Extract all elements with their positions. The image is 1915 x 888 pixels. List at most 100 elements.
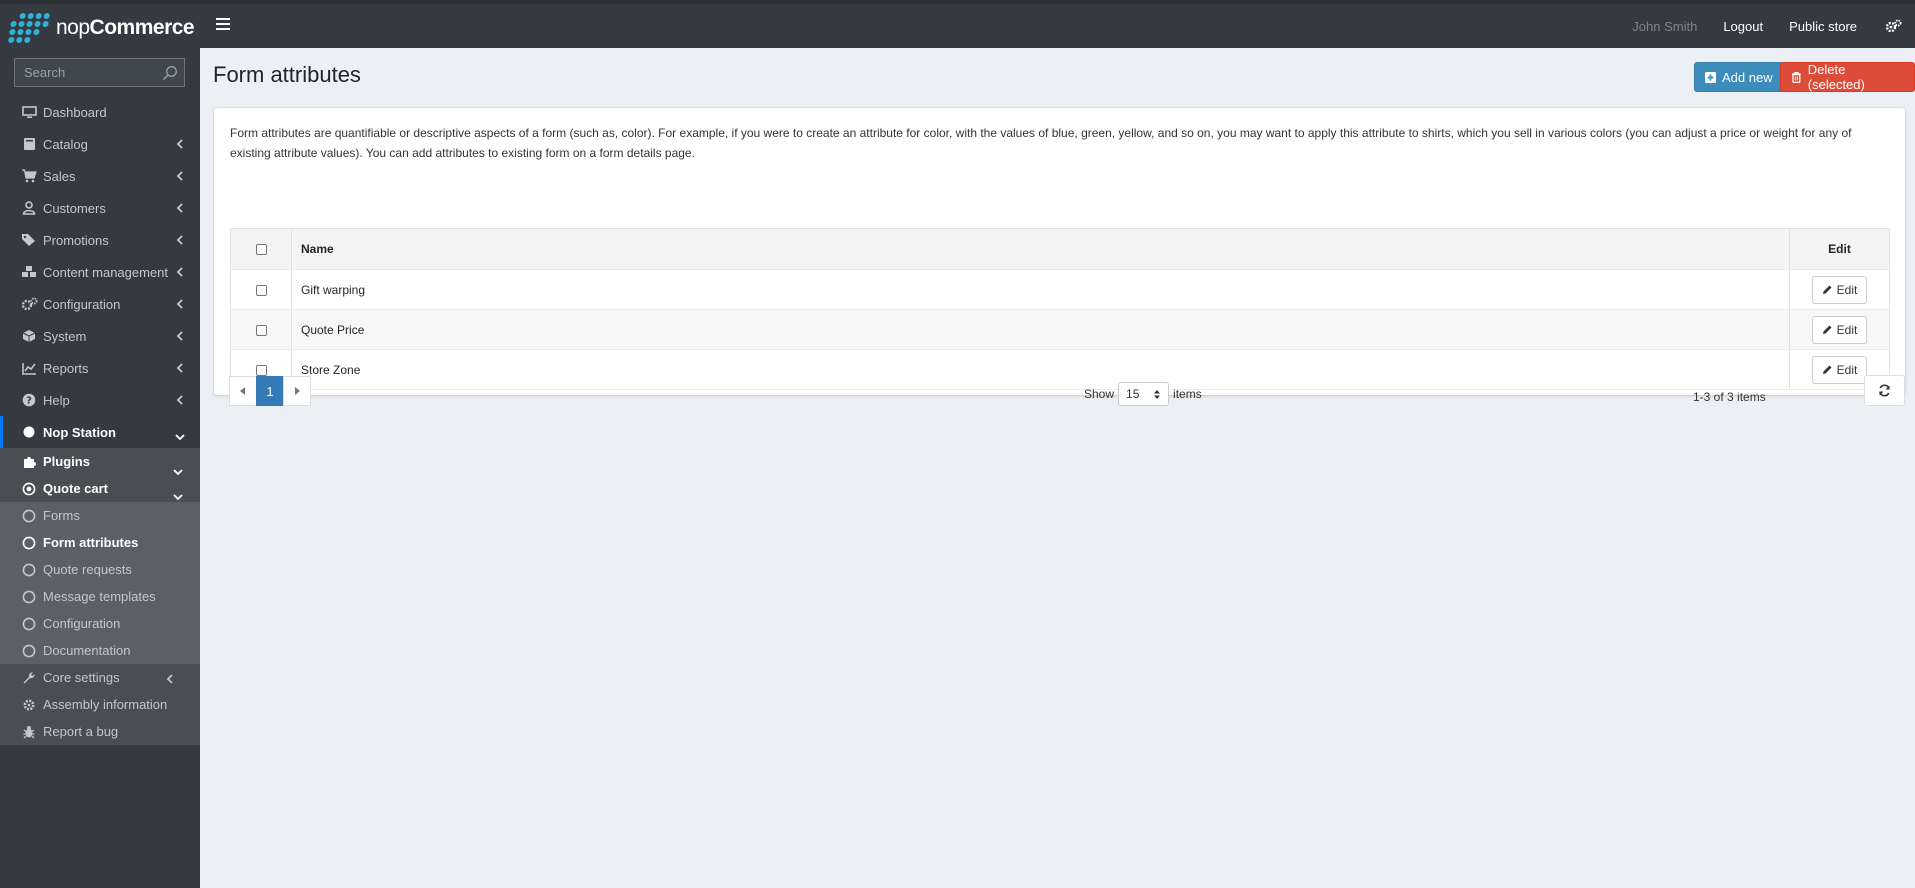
user-name: John Smith bbox=[1632, 18, 1698, 34]
chevron-left-icon bbox=[176, 202, 184, 214]
sidebar-item-catalog[interactable]: Catalog bbox=[0, 128, 200, 160]
sort-arrows-icon bbox=[1154, 390, 1161, 399]
gears-icon bbox=[20, 296, 38, 312]
page-title: Form attributes bbox=[213, 62, 361, 87]
plus-square-icon bbox=[1705, 71, 1716, 83]
sidebar-item-quote-cart[interactable]: Quote cart bbox=[0, 475, 200, 502]
sidebar-item-plugin-configuration[interactable]: Configuration bbox=[0, 610, 200, 637]
dot-circle-icon bbox=[20, 481, 38, 497]
pagination: 1 bbox=[229, 376, 311, 406]
chevron-down-icon bbox=[172, 489, 184, 501]
table-row: Gift warping Edit bbox=[230, 269, 1890, 310]
row-checkbox[interactable] bbox=[255, 364, 267, 376]
refresh-button[interactable] bbox=[1864, 375, 1905, 406]
add-new-button[interactable]: Add new bbox=[1694, 62, 1784, 92]
cube-icon bbox=[20, 328, 38, 344]
sidebar-item-documentation[interactable]: Documentation bbox=[0, 637, 200, 664]
chevron-down-icon bbox=[174, 429, 186, 441]
form-attributes-table: Name Edit Gift warping Edit Quote Price … bbox=[230, 228, 1890, 390]
sidebar-item-assembly-information[interactable]: Assembly information bbox=[0, 691, 200, 718]
prev-page-button[interactable] bbox=[229, 376, 257, 406]
sidebar-item-sales[interactable]: Sales bbox=[0, 160, 200, 192]
items-label: items bbox=[1173, 387, 1202, 401]
sidebar-item-dashboard[interactable]: Dashboard bbox=[0, 96, 200, 128]
row-name: Quote Price bbox=[291, 309, 1790, 350]
sidebar-item-promotions[interactable]: Promotions bbox=[0, 224, 200, 256]
nopcommerce-logo[interactable]: nopCommerce bbox=[7, 10, 200, 46]
chevron-left-icon bbox=[176, 170, 184, 182]
trash-icon bbox=[1791, 71, 1801, 83]
logout-link[interactable]: Logout bbox=[1723, 19, 1763, 34]
logo-dots-icon bbox=[7, 13, 51, 43]
sidebar-item-reports[interactable]: Reports bbox=[0, 352, 200, 384]
circle-outline-icon bbox=[20, 535, 38, 551]
sidebar-item-form-attributes[interactable]: Form attributes bbox=[0, 529, 200, 556]
question-icon: ? bbox=[20, 392, 38, 408]
circle-outline-icon bbox=[20, 643, 38, 659]
description-text: Form attributes are quantifiable or desc… bbox=[230, 126, 1852, 160]
caret-right-icon bbox=[295, 387, 300, 395]
sidebar-item-quote-requests[interactable]: Quote requests bbox=[0, 556, 200, 583]
circle-outline-icon bbox=[20, 616, 38, 632]
user-icon bbox=[20, 200, 38, 216]
sidebar-item-system[interactable]: System bbox=[0, 320, 200, 352]
page-number-button[interactable]: 1 bbox=[256, 376, 284, 406]
line-chart-icon bbox=[20, 360, 38, 376]
row-checkbox[interactable] bbox=[255, 284, 267, 296]
circle-icon bbox=[20, 424, 38, 440]
chevron-left-icon bbox=[176, 330, 184, 342]
sidebar-nav: Dashboard Catalog Sales Customers Promot… bbox=[0, 96, 200, 745]
edit-button[interactable]: Edit bbox=[1811, 355, 1868, 384]
caret-left-icon bbox=[240, 387, 245, 395]
logo-text: nopCommerce bbox=[56, 16, 195, 39]
column-header-name[interactable]: Name bbox=[291, 228, 1790, 270]
sidebar-item-message-templates[interactable]: Message templates bbox=[0, 583, 200, 610]
public-store-link[interactable]: Public store bbox=[1789, 19, 1857, 34]
sidebar-search-input[interactable] bbox=[15, 65, 155, 80]
row-checkbox[interactable] bbox=[255, 324, 267, 336]
sidebar-item-core-settings[interactable]: Core settings bbox=[0, 664, 200, 691]
sidebar-item-customers[interactable]: Customers bbox=[0, 192, 200, 224]
sidebar-item-configuration[interactable]: Configuration bbox=[0, 288, 200, 320]
menu-toggle-icon[interactable] bbox=[216, 18, 230, 32]
sidebar-search bbox=[14, 58, 185, 87]
sidebar-item-forms[interactable]: Forms bbox=[0, 502, 200, 529]
page-size-select[interactable]: 15 bbox=[1118, 382, 1170, 406]
edit-button[interactable]: Edit bbox=[1811, 275, 1868, 304]
book-icon bbox=[20, 136, 38, 152]
chevron-left-icon bbox=[176, 394, 184, 406]
circle-outline-icon bbox=[20, 589, 38, 605]
select-all-checkbox[interactable] bbox=[255, 244, 267, 256]
sidebar-item-nop-station[interactable]: Nop Station bbox=[0, 416, 200, 448]
edit-button[interactable]: Edit bbox=[1811, 315, 1868, 344]
sidebar-item-help[interactable]: ? Help bbox=[0, 384, 200, 416]
sidebar: Dashboard Catalog Sales Customers Promot… bbox=[0, 48, 200, 888]
sidebar-item-report-a-bug[interactable]: Report a bug bbox=[0, 718, 200, 745]
sidebar-item-plugins[interactable]: Plugins bbox=[0, 448, 200, 476]
chevron-left-icon bbox=[176, 362, 184, 374]
next-page-button[interactable] bbox=[283, 376, 311, 406]
chevron-left-icon bbox=[176, 266, 184, 278]
cart-icon bbox=[20, 168, 38, 184]
sidebar-item-content-management[interactable]: Content management bbox=[0, 256, 200, 288]
puzzle-icon bbox=[20, 454, 38, 470]
chevron-left-icon bbox=[176, 234, 184, 246]
settings-gears-icon[interactable] bbox=[1883, 16, 1903, 36]
column-header-edit: Edit bbox=[1789, 228, 1890, 270]
chevron-left-icon bbox=[166, 673, 174, 685]
svg-text:?: ? bbox=[26, 396, 32, 407]
search-icon[interactable] bbox=[162, 65, 178, 81]
form-attributes-card: Form attributes are quantifiable or desc… bbox=[214, 108, 1905, 406]
table-row: Store Zone Edit bbox=[230, 349, 1890, 390]
delete-selected-button[interactable]: Delete (selected) bbox=[1780, 62, 1915, 92]
main-content: Form attributes Add new Delete (selected… bbox=[200, 48, 1915, 888]
refresh-icon bbox=[1879, 384, 1890, 397]
gear-icon bbox=[20, 697, 38, 713]
chevron-down-icon bbox=[172, 464, 184, 476]
table-header-row: Name Edit bbox=[230, 228, 1890, 270]
circle-outline-icon bbox=[20, 508, 38, 524]
pencil-icon bbox=[1822, 365, 1832, 374]
select-all-cell bbox=[230, 228, 292, 270]
quote-cart-submenu: Forms Form attributes Quote requests Mes… bbox=[0, 502, 200, 664]
page-size-control: Show 15 items bbox=[1084, 382, 1202, 406]
